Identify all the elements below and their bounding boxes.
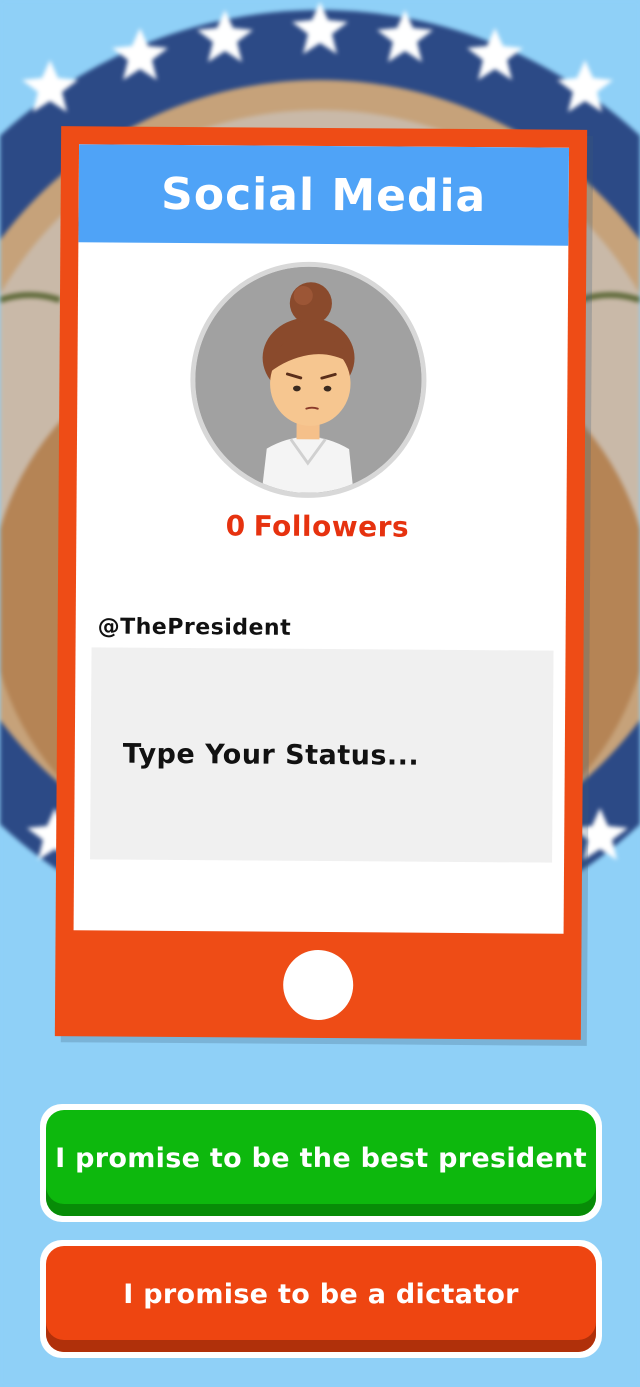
user-handle: @ThePresident bbox=[97, 614, 292, 641]
home-button[interactable] bbox=[282, 949, 354, 1021]
app-header: Social Media bbox=[78, 144, 570, 246]
followers-number: 0 bbox=[225, 509, 246, 543]
dictator-label: I promise to be a dictator bbox=[46, 1246, 596, 1352]
app-title: Social Media bbox=[160, 168, 487, 222]
president-avatar-icon bbox=[194, 266, 423, 494]
phone-frame: Social Media 0 Followers @ThePresident T… bbox=[54, 126, 588, 1040]
best-president-label: I promise to be the best president bbox=[46, 1110, 596, 1216]
status-box[interactable] bbox=[90, 647, 554, 863]
best-president-button[interactable]: I promise to be the best president bbox=[40, 1104, 602, 1222]
followers-count: 0 Followers bbox=[76, 508, 566, 544]
profile-avatar bbox=[189, 261, 428, 499]
phone-screen: Social Media 0 Followers @ThePresident T… bbox=[73, 144, 570, 934]
followers-label: Followers bbox=[253, 509, 410, 544]
dictator-button[interactable]: I promise to be a dictator bbox=[40, 1240, 602, 1358]
status-input[interactable] bbox=[120, 737, 525, 773]
